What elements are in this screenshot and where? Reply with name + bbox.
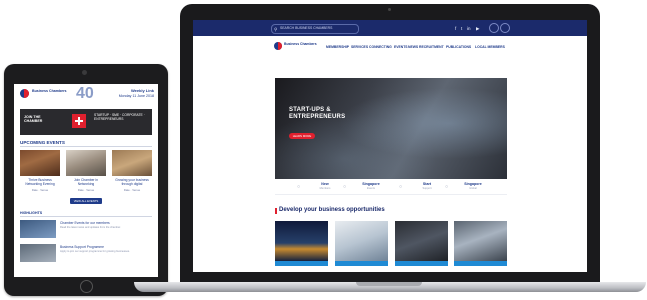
newsletter-title: Weekly Link [130,88,154,93]
chamber-logo-icon [20,89,29,98]
opportunity-card-footer[interactable] [395,261,448,266]
divider [20,146,152,147]
event-image[interactable] [66,150,106,176]
event-title[interactable]: Thrive Business Networking Evening [20,178,60,186]
site-topbar [193,20,587,36]
event-image[interactable] [112,150,152,176]
highlight-title[interactable]: Chamber Events for our members [60,221,152,225]
highlight-title[interactable]: Business Support Programme [60,245,152,249]
upcoming-events-heading: UPCOMING EVENTS [20,140,65,145]
opportunity-card-footer[interactable] [454,261,507,266]
search-icon: ⚲ [274,27,278,32]
youtube-icon[interactable]: ▶ [476,26,479,32]
site-logo-icon[interactable] [274,42,282,50]
laptop-screen: ⚲ SEARCH BUSINESS CHAMBERS f t in ▶ Busi… [193,20,587,272]
stat-value: Singapore [464,182,482,186]
highlight-body: Read the latest news and updates from th… [60,226,121,229]
event-title[interactable]: Growing your business through digital [112,178,152,186]
facebook-icon[interactable]: f [455,26,456,31]
newsletter-banner[interactable]: JOIN THE CHAMBER STARTUP · SME · CORPORA… [20,109,152,135]
opportunity-card-image[interactable] [335,221,388,261]
stat-label: Global [469,187,477,190]
divider [20,216,152,217]
nav-news[interactable]: NEWS [408,45,418,49]
hero-learn-more-button[interactable]: LEARN MORE [289,133,315,139]
opportunity-card-image[interactable] [275,221,328,261]
hero-title: START-UPS & ENTREPRENEURS [289,107,346,120]
tablet-device: Business Chambers 40 Weekly Link Monday … [4,64,168,296]
search-placeholder: SEARCH BUSINESS CHAMBERS [280,26,333,30]
opportunity-card-image[interactable] [454,221,507,261]
event-meta: Date · Venue [77,188,95,192]
highlight-image[interactable] [20,244,56,262]
user-icon[interactable] [489,23,499,33]
people-icon: ○ [297,184,301,190]
stat-label: Events [367,187,375,190]
stat-value: Singapore [362,182,380,186]
opportunity-card-footer[interactable] [335,261,388,266]
tablet-screen: Business Chambers 40 Weekly Link Monday … [14,84,158,277]
nav-recruitment[interactable]: RECRUITMENT [419,45,444,49]
hero-banner [275,78,507,179]
banner-title: JOIN THE CHAMBER [24,115,43,124]
menu-icon[interactable] [500,23,510,33]
linkedin-icon[interactable]: in [467,26,471,31]
stat-value: New [321,182,329,186]
stat-label: Support [422,187,432,190]
event-meta: Date · Venue [123,188,141,192]
newsletter-brand: Business Chambers [32,89,67,93]
nav-publications[interactable]: PUBLICATIONS [446,45,471,49]
nav-connecting[interactable]: CONNECTING [369,45,392,49]
banner-copy: STARTUP · SME · CORPORATE · ENTREPRENEUR… [94,113,145,122]
nav-local-members[interactable]: LOCAL MEMBERS [475,45,505,49]
globe-icon: ○ [445,184,449,190]
tablet-camera [82,70,87,75]
highlight-body: Apply to join our support programme for … [60,250,130,253]
section-heading: Develop your business opportunities [279,207,385,213]
nav-membership[interactable]: MEMBERSHIP [326,45,349,49]
opportunity-card-image[interactable] [395,221,448,261]
stat-value: Start [422,182,432,186]
tablet-home-button[interactable] [80,280,93,293]
laptop-notch [356,282,422,286]
laptop-camera [388,8,391,11]
highlights-heading: HIGHLIGHTS [20,211,43,215]
anniversary-mark: 40 [76,85,94,102]
view-all-events-button[interactable]: VIEW ALL EVENTS [70,198,102,204]
calendar-icon: ○ [343,184,347,190]
highlight-image[interactable] [20,220,56,238]
section-accent-bar [275,208,277,214]
support-icon: ○ [399,184,403,190]
plus-icon [72,114,86,128]
opportunity-card-footer[interactable] [275,261,328,266]
stat-label: Members [319,187,331,190]
nav-services[interactable]: SERVICES [351,45,368,49]
twitter-icon[interactable]: t [461,26,462,31]
event-image[interactable] [20,150,60,176]
site-brand[interactable]: Business Chambers [284,42,318,46]
event-title[interactable]: Join Chamber in Networking [66,178,106,186]
newsletter-date: Monday 11 June 2018 [118,94,154,98]
nav-events[interactable]: EVENTS [394,45,408,49]
event-meta: Date · Venue [31,188,49,192]
